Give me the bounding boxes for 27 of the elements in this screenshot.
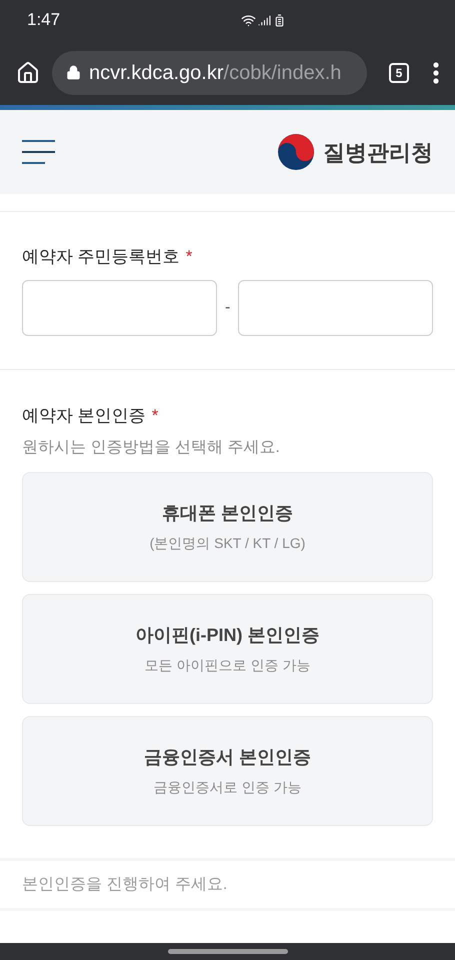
status-message: 본인인증을 진행하여 주세요.	[22, 874, 228, 894]
lock-icon	[66, 65, 81, 80]
id-separator: -	[225, 298, 230, 318]
menu-icon[interactable]	[22, 140, 56, 164]
field-label: 예약자 본인인증	[22, 404, 146, 426]
id-back-field[interactable]	[238, 280, 434, 336]
signal-icon	[258, 14, 271, 26]
verification-option[interactable]: 아이핀(i-PIN) 본인인증 모든 아이핀으로 인증 가능	[22, 594, 433, 704]
home-button[interactable]	[16, 60, 40, 84]
tab-count-button[interactable]: 5	[389, 62, 409, 82]
required-mark: *	[186, 246, 192, 268]
verification-option[interactable]: 휴대폰 본인인증 (본인명의 SKT / KT / LG)	[22, 472, 433, 582]
more-options-icon	[433, 62, 439, 84]
status-time: 1:47	[27, 9, 60, 32]
id-front-field[interactable]	[22, 280, 217, 336]
address-bar[interactable]: ncvr.kdca.go.kr/cobk/index.h	[52, 50, 367, 94]
wifi-icon	[241, 12, 256, 28]
field-label: 예약자 주민등록번호	[22, 246, 180, 268]
hint-text: 원하시는 인증방법을 선택해 주세요.	[22, 438, 281, 458]
menu-button[interactable]	[433, 62, 439, 84]
logo-icon	[277, 133, 315, 171]
battery-icon	[273, 14, 286, 26]
home-icon	[16, 60, 40, 84]
url-text: ncvr.kdca.go.kr/cobk/index.h	[89, 60, 342, 86]
logo-text: 질병관리청	[323, 138, 433, 166]
required-mark: *	[152, 404, 158, 426]
verification-option[interactable]: 금융인증서 본인인증 금융인증서로 인증 가능	[22, 716, 433, 826]
